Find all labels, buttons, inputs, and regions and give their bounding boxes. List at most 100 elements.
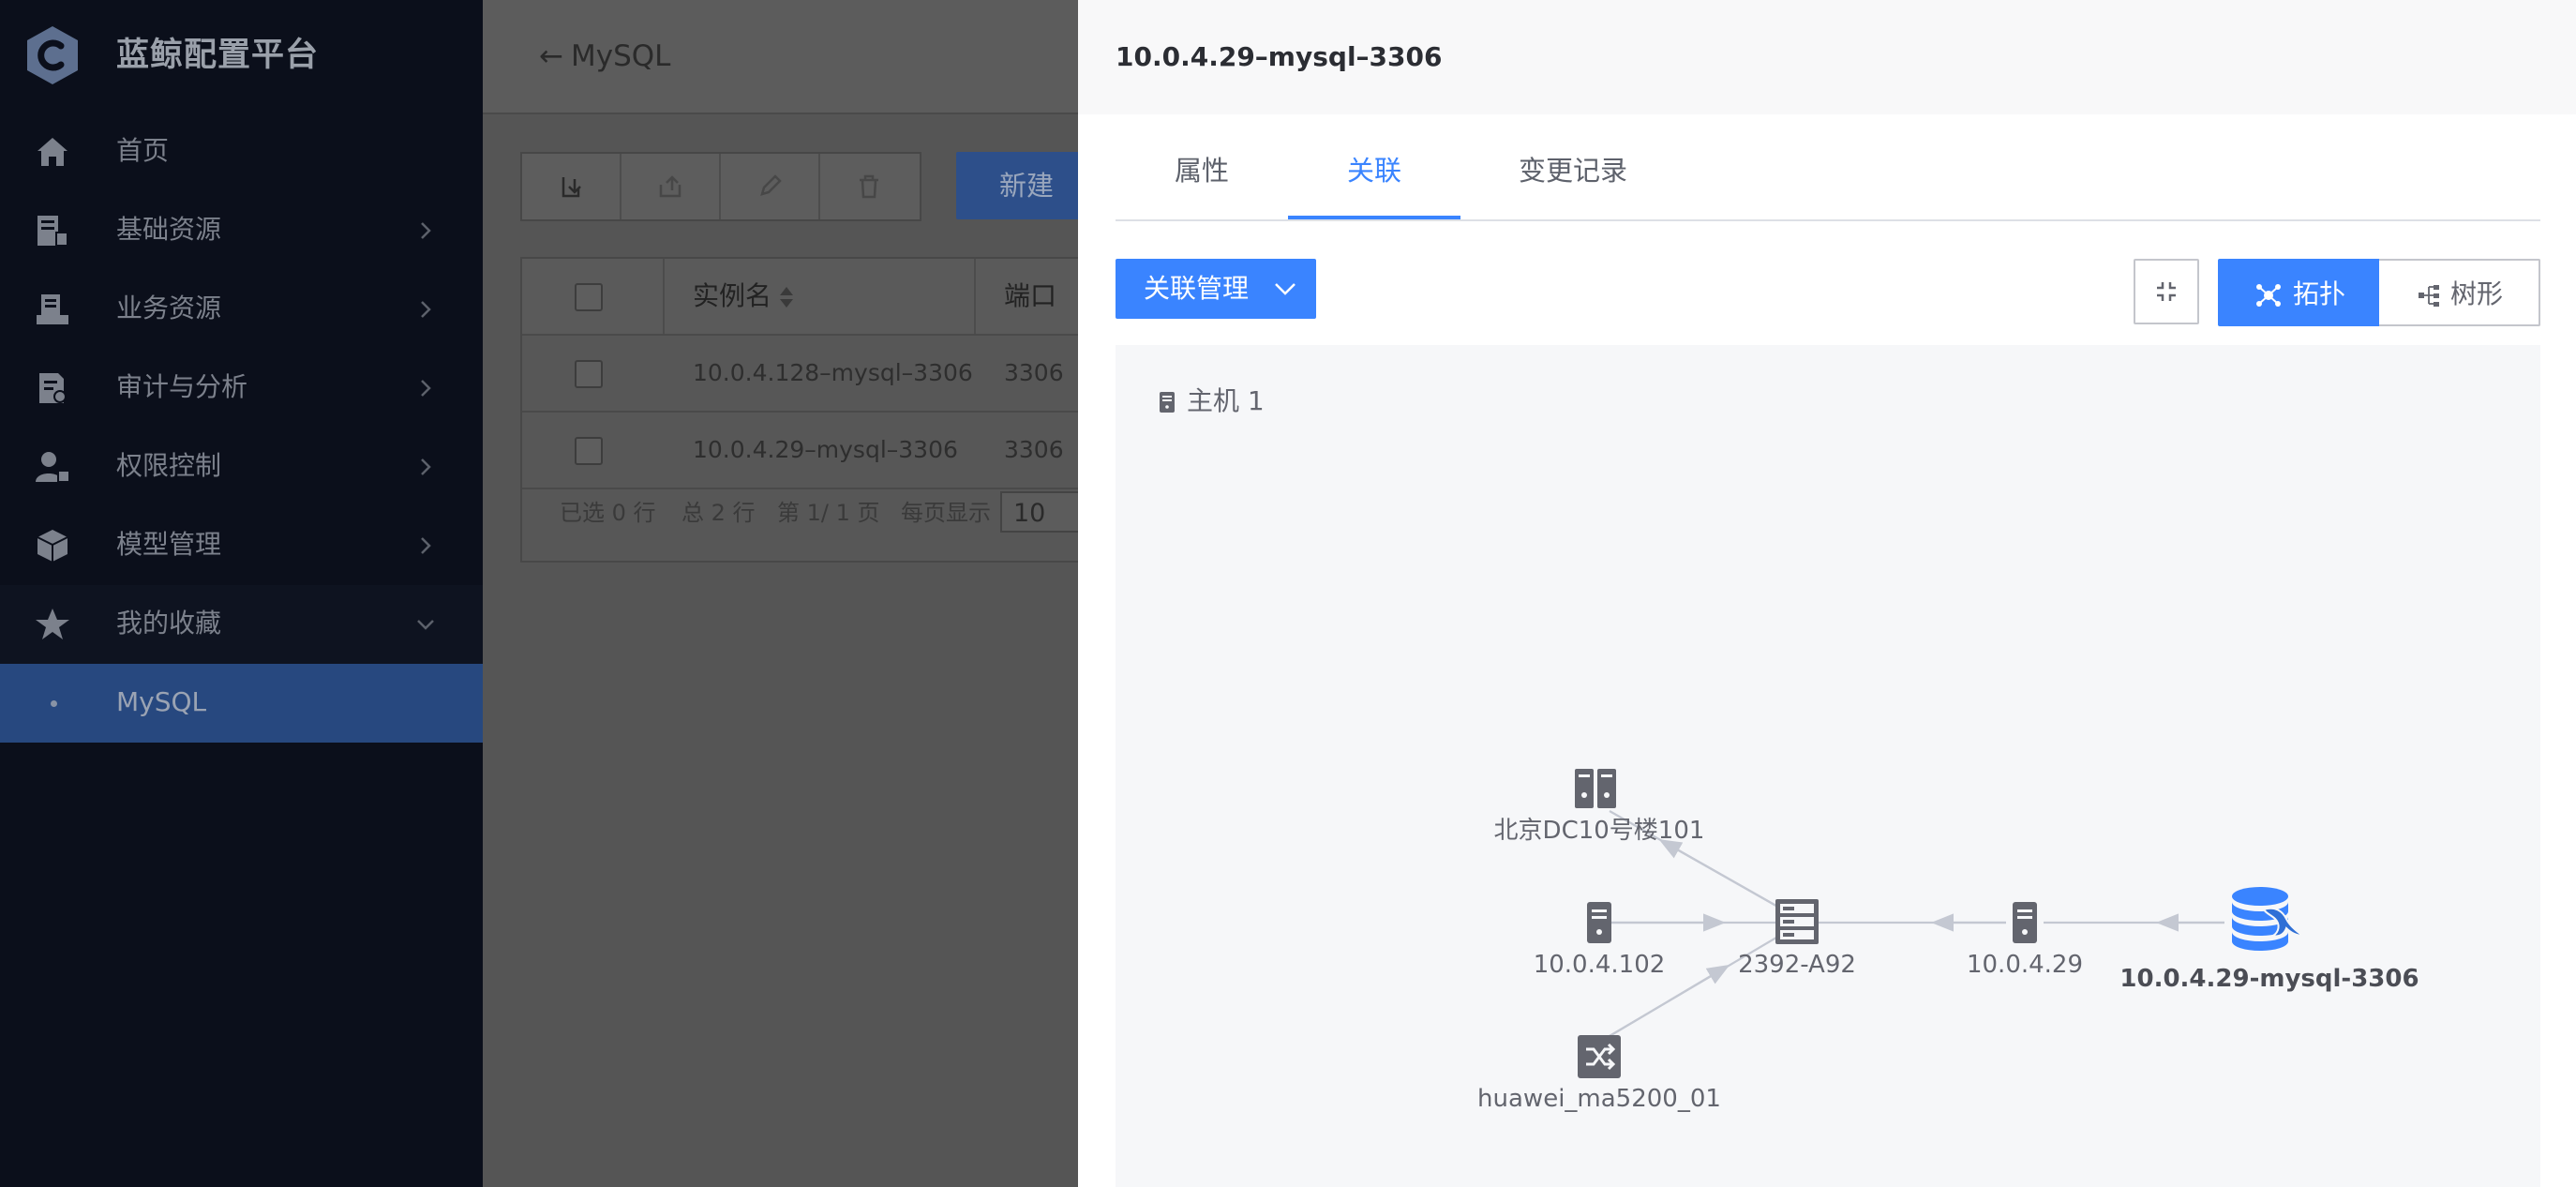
trash-icon: [860, 174, 878, 199]
edit-icon: [760, 174, 782, 196]
table-row[interactable]: 10.0.4.29–mysql–3306 3306: [522, 413, 1122, 489]
business-resource-icon: [37, 294, 68, 324]
cell-instance-name[interactable]: 10.0.4.128–mysql–3306: [693, 354, 973, 392]
total-count: 总 2 行: [681, 500, 756, 526]
sidebar-item-label: 业务资源: [116, 293, 222, 323]
active-tab-indicator: [1288, 216, 1460, 219]
node-cabinet[interactable]: [1775, 899, 1819, 944]
star-icon: [36, 609, 69, 639]
row-checkbox[interactable]: [575, 360, 603, 388]
switch-icon: [1578, 1035, 1621, 1078]
back-link[interactable]: ← MySQL: [539, 36, 670, 77]
mysql-database-icon: [2232, 887, 2307, 951]
topology-graph: [1575, 769, 2307, 1078]
node-mysql-instance[interactable]: [2232, 887, 2307, 951]
drawer-title: 10.0.4.29–mysql–3306: [1116, 41, 1443, 72]
new-instance-button[interactable]: 新建: [956, 152, 1097, 219]
node-host-102[interactable]: [1587, 902, 1611, 943]
view-mode-toggle: 拓扑 树形: [2218, 259, 2540, 326]
drawer-header: 10.0.4.29–mysql–3306: [1078, 0, 2576, 114]
sidebar-item-audit[interactable]: 审计与分析: [0, 349, 483, 428]
chevron-right-icon: [421, 458, 431, 475]
import-button[interactable]: [522, 154, 622, 219]
node-label[interactable]: 北京DC10号楼101: [1459, 814, 1740, 848]
node-host-29[interactable]: [2013, 902, 2037, 943]
node-idc[interactable]: [1575, 769, 1616, 808]
node-label[interactable]: 10.0.4.29: [1931, 948, 2119, 982]
relation-manage-label: 关联管理: [1144, 273, 1250, 304]
chevron-right-icon: [421, 537, 431, 554]
sidebar-item-model[interactable]: 模型管理: [0, 506, 483, 585]
delete-button[interactable]: [820, 154, 918, 219]
column-divider: [974, 259, 976, 334]
cabinet-icon: [1775, 899, 1819, 944]
detail-tabs: 属性 关联 变更记录: [1116, 133, 2540, 221]
chevron-right-icon: [421, 301, 431, 318]
node-label[interactable]: 10.0.4.102: [1505, 948, 1693, 982]
page-indicator: 第 1/ 1 页: [777, 500, 880, 526]
select-all-checkbox[interactable]: [575, 283, 603, 311]
sidebar: 蓝鲸配置平台 首页 基础资源 业务资源 审计与分析 权限控制 模型管理 我的收藏…: [0, 0, 483, 1187]
sidebar-item-label: MySQL: [116, 686, 207, 717]
topology-canvas[interactable]: 主机 1 北京DC10号楼101 10.0.4.102 2392-A92 hua…: [1116, 345, 2540, 1187]
tree-label: 树形: [2450, 278, 2504, 309]
sidebar-item-label: 权限控制: [116, 450, 222, 481]
chevron-down-icon: [417, 620, 434, 630]
arrow-left-icon: ←: [539, 39, 563, 73]
sidebar-item-label: 模型管理: [116, 529, 222, 560]
edge-arrow: [1658, 839, 1782, 909]
cell-instance-name[interactable]: 10.0.4.29–mysql–3306: [693, 431, 958, 469]
node-switch[interactable]: [1578, 1035, 1621, 1078]
edit-button[interactable]: [721, 154, 820, 219]
host-resource-icon: [37, 216, 68, 247]
table-row[interactable]: 10.0.4.128–mysql–3306 3306: [522, 336, 1122, 413]
fullscreen-button[interactable]: [2134, 259, 2199, 324]
cell-port: 3306: [1004, 436, 1064, 463]
row-checkbox[interactable]: [575, 437, 603, 465]
brand-title: 蓝鲸配置平台: [116, 37, 320, 74]
selected-count: 已选 0 行: [560, 500, 656, 526]
chevron-down-icon: [1275, 283, 1295, 295]
chevron-right-icon: [421, 380, 431, 397]
sidebar-item-home[interactable]: 首页: [0, 113, 483, 191]
column-divider: [663, 259, 665, 334]
per-page-label: 每页显示: [901, 500, 991, 526]
export-icon: [659, 175, 681, 198]
brand[interactable]: 蓝鲸配置平台: [0, 0, 483, 111]
idc-rack-icon: [1575, 769, 1616, 808]
sidebar-item-label: 首页: [116, 135, 170, 166]
sidebar-item-business-resource[interactable]: 业务资源: [0, 270, 483, 349]
node-label-primary[interactable]: 10.0.4.29-mysql-3306: [2115, 962, 2424, 996]
sidebar-item-permission[interactable]: 权限控制: [0, 428, 483, 506]
tab-attributes[interactable]: 属性: [1116, 133, 1288, 219]
column-header-port[interactable]: 端口: [1004, 278, 1056, 315]
fullscreen-icon: [2157, 282, 2176, 301]
tab-relations[interactable]: 关联: [1288, 133, 1460, 219]
chevron-right-icon: [421, 222, 431, 239]
sidebar-item-favorites[interactable]: 我的收藏: [0, 585, 483, 664]
node-label[interactable]: huawei_ma5200_01: [1459, 1082, 1740, 1116]
sidebar-item-label: 审计与分析: [116, 371, 248, 402]
sidebar-item-label: 基础资源: [116, 214, 222, 245]
import-icon: [562, 177, 581, 198]
relation-manage-button[interactable]: 关联管理: [1116, 259, 1316, 319]
sidebar-item-host-resource[interactable]: 基础资源: [0, 191, 483, 270]
tab-history[interactable]: 变更记录: [1460, 133, 1685, 219]
home-icon: [37, 138, 67, 166]
node-label[interactable]: 2392-A92: [1703, 948, 1891, 982]
topology-view-button[interactable]: 拓扑: [2218, 259, 2379, 326]
sidebar-item-mysql[interactable]: MySQL: [0, 664, 483, 743]
instance-detail-drawer: 10.0.4.29–mysql–3306 属性 关联 变更记录 关联管理 拓扑: [1078, 0, 2576, 1187]
model-cube-icon: [37, 530, 68, 562]
server-icon: [1587, 902, 1611, 943]
permission-icon: [36, 452, 70, 483]
instance-toolbar: [520, 152, 921, 221]
topology-label: 拓扑: [2293, 278, 2346, 309]
cell-port: 3306: [1004, 359, 1064, 386]
per-page-value: 10: [1013, 499, 1046, 528]
export-button[interactable]: [622, 154, 721, 219]
tree-view-button[interactable]: 树形: [2379, 259, 2540, 326]
column-header-name[interactable]: 实例名: [693, 278, 771, 315]
sort-icon[interactable]: [779, 285, 794, 309]
topology-icon: [2256, 284, 2281, 307]
